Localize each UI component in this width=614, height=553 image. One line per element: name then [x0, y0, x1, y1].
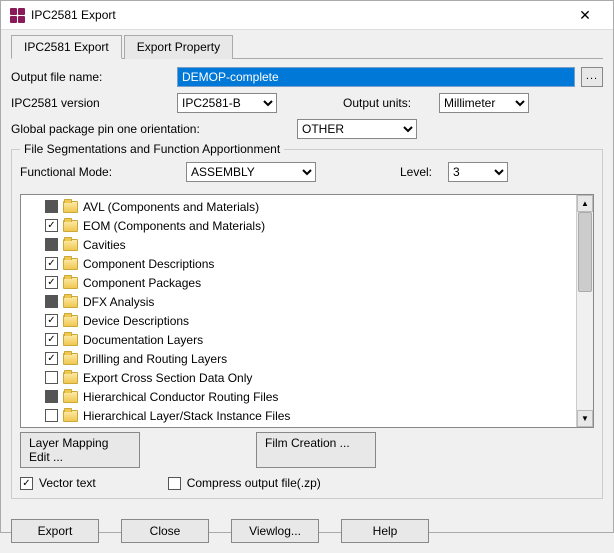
folder-icon: [63, 353, 78, 365]
tree-checkbox[interactable]: [45, 200, 58, 213]
tree-item[interactable]: EOM (Components and Materials): [21, 216, 576, 235]
folder-icon: [63, 277, 78, 289]
app-icon: [9, 7, 25, 23]
tree-checkbox[interactable]: [45, 314, 58, 327]
tree-checkbox[interactable]: [45, 333, 58, 346]
level-select[interactable]: 3: [448, 162, 508, 182]
help-button[interactable]: Help: [341, 519, 429, 543]
compress-checkbox[interactable]: [168, 477, 181, 490]
layer-mapping-button[interactable]: Layer Mapping Edit ...: [20, 432, 140, 468]
folder-icon: [63, 315, 78, 327]
folder-icon: [63, 296, 78, 308]
tree-item-label: Export Cross Section Data Only: [83, 371, 252, 385]
close-icon[interactable]: ✕: [565, 1, 605, 29]
tree-item-label: Component Packages: [83, 276, 201, 290]
version-select[interactable]: IPC2581-B: [177, 93, 277, 113]
tree-item-label: Device Descriptions: [83, 314, 189, 328]
output-file-label: Output file name:: [11, 70, 171, 84]
tree-view: AVL (Components and Materials) EOM (Compo…: [20, 194, 594, 428]
version-label: IPC2581 version: [11, 96, 171, 110]
titlebar: IPC2581 Export ✕: [1, 1, 613, 30]
tree-item-label: EOM (Components and Materials): [83, 219, 265, 233]
output-file-input[interactable]: [177, 67, 575, 87]
viewlog-button[interactable]: Viewlog...: [231, 519, 319, 543]
folder-icon: [63, 410, 78, 422]
scroll-up-icon[interactable]: ▲: [577, 195, 593, 212]
global-pin-select[interactable]: OTHER: [297, 119, 417, 139]
level-label: Level:: [372, 165, 432, 179]
scroll-thumb[interactable]: [578, 212, 592, 292]
film-creation-button[interactable]: Film Creation ...: [256, 432, 376, 468]
mode-select[interactable]: ASSEMBLY: [186, 162, 316, 182]
tab-ipc-export[interactable]: IPC2581 Export: [11, 35, 122, 59]
tree-item-label: Hierarchical Layer/Stack Instance Files: [83, 409, 290, 423]
folder-icon: [63, 220, 78, 232]
tree-item[interactable]: Device Descriptions: [21, 311, 576, 330]
scroll-down-icon[interactable]: ▼: [577, 410, 593, 427]
scroll-track[interactable]: [577, 212, 593, 410]
tree-item-label: Documentation Layers: [83, 333, 203, 347]
tree-item[interactable]: Component Packages: [21, 273, 576, 292]
tree-item[interactable]: Drilling and Routing Layers: [21, 349, 576, 368]
tab-export-property[interactable]: Export Property: [124, 35, 233, 59]
tree-checkbox[interactable]: [45, 238, 58, 251]
folder-icon: [63, 391, 78, 403]
folder-icon: [63, 239, 78, 251]
tree-item[interactable]: Export Cross Section Data Only: [21, 368, 576, 387]
vector-text-label: Vector text: [39, 476, 96, 490]
footer: Export Close Viewlog... Help: [1, 509, 613, 553]
segmentation-group: File Segmentations and Function Apportio…: [11, 149, 603, 499]
tree-checkbox[interactable]: [45, 409, 58, 422]
window-title: IPC2581 Export: [31, 8, 565, 22]
tree-checkbox[interactable]: [45, 257, 58, 270]
folder-icon: [63, 258, 78, 270]
tree-item-label: DFX Analysis: [83, 295, 154, 309]
tree-item[interactable]: Documentation Layers: [21, 330, 576, 349]
tree-item-label: Hierarchical Conductor Routing Files: [83, 390, 278, 404]
tree-checkbox[interactable]: [45, 295, 58, 308]
tree-checkbox[interactable]: [45, 219, 58, 232]
tree-item[interactable]: AVL (Components and Materials): [21, 197, 576, 216]
folder-icon: [63, 201, 78, 213]
tree-checkbox[interactable]: [45, 352, 58, 365]
tree-item-label: Component Descriptions: [83, 257, 214, 271]
tree-item[interactable]: Cavities: [21, 235, 576, 254]
tree-item[interactable]: Hierarchical Conductor Routing Files: [21, 387, 576, 406]
global-pin-label: Global package pin one orientation:: [11, 122, 291, 136]
scrollbar[interactable]: ▲ ▼: [576, 195, 593, 427]
tree-checkbox[interactable]: [45, 371, 58, 384]
browse-button[interactable]: ...: [581, 67, 603, 87]
export-button[interactable]: Export: [11, 519, 99, 543]
close-button[interactable]: Close: [121, 519, 209, 543]
tree-list[interactable]: AVL (Components and Materials) EOM (Compo…: [21, 195, 576, 427]
tree-item-label: Cavities: [83, 238, 126, 252]
tree-item[interactable]: Component Descriptions: [21, 254, 576, 273]
group-title: File Segmentations and Function Apportio…: [20, 142, 284, 156]
tree-item-label: Drilling and Routing Layers: [83, 352, 227, 366]
folder-icon: [63, 372, 78, 384]
output-units-select[interactable]: Millimeter: [439, 93, 529, 113]
tree-item[interactable]: DFX Analysis: [21, 292, 576, 311]
tree-item[interactable]: Hierarchical Layer/Stack Instance Files: [21, 406, 576, 425]
compress-label: Compress output file(.zp): [187, 476, 321, 490]
tab-bar: IPC2581 Export Export Property: [11, 34, 603, 59]
vector-text-checkbox[interactable]: [20, 477, 33, 490]
mode-label: Functional Mode:: [20, 165, 180, 179]
output-units-label: Output units:: [343, 96, 433, 110]
folder-icon: [63, 334, 78, 346]
content: IPC2581 Export Export Property Output fi…: [1, 30, 613, 509]
tree-item-label: AVL (Components and Materials): [83, 200, 259, 214]
export-dialog: IPC2581 Export ✕ IPC2581 Export Export P…: [0, 0, 614, 533]
tree-checkbox[interactable]: [45, 390, 58, 403]
tree-checkbox[interactable]: [45, 276, 58, 289]
